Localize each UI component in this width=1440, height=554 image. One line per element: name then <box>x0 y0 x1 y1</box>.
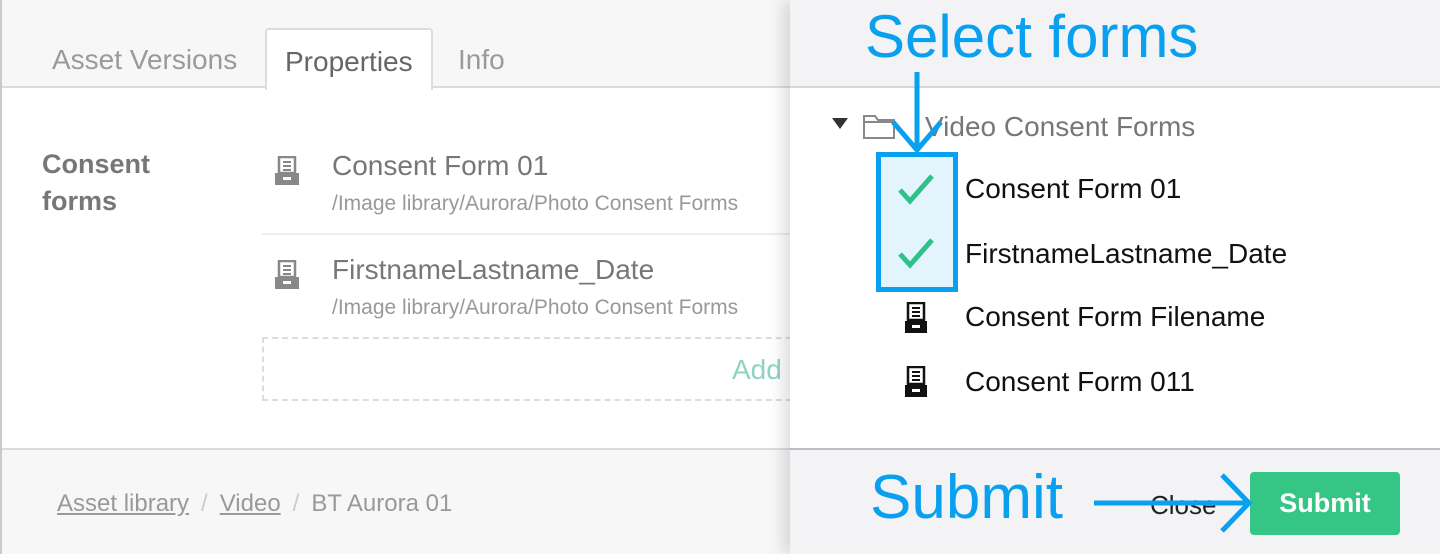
archive-icon <box>275 260 299 289</box>
item-path: /Image library/Aurora/Photo Consent Form… <box>332 296 739 319</box>
tab-info[interactable]: Info <box>440 28 523 90</box>
add-label: Add <box>732 354 782 385</box>
caret-down-icon[interactable] <box>832 118 848 129</box>
arrow-right-icon <box>1094 473 1253 533</box>
folder-label[interactable]: Video Consent Forms <box>925 111 1195 143</box>
consent-forms-label: Consent forms <box>42 149 150 216</box>
tab-bar: Asset Versions Properties Info <box>2 0 800 90</box>
picker-item[interactable]: FirstnameLastname_Date <box>965 238 1287 270</box>
picker-item[interactable]: Consent Form 011 <box>965 366 1195 398</box>
breadcrumb-asset-library[interactable]: Asset library <box>57 490 189 517</box>
arrow-down-icon <box>891 72 943 154</box>
check-icon[interactable] <box>896 236 936 270</box>
archive-icon <box>905 366 927 397</box>
picker-item[interactable]: Consent Form 01 <box>965 173 1181 205</box>
tab-asset-versions[interactable]: Asset Versions <box>34 28 255 90</box>
item-title: FirstnameLastname_Date <box>332 254 655 285</box>
breadcrumb: Asset library / Video / BT Aurora 01 <box>57 490 453 517</box>
annotation-submit: Submit <box>870 463 1063 532</box>
annotation-select-forms: Select forms <box>865 3 1199 70</box>
tab-properties[interactable]: Properties <box>265 28 433 90</box>
breadcrumb-video[interactable]: Video <box>220 490 281 517</box>
submit-button[interactable]: Submit <box>1250 472 1400 535</box>
footer: Asset library / Video / BT Aurora 01 <box>2 448 800 554</box>
picker-item[interactable]: Consent Form Filename <box>965 301 1265 333</box>
item-path: /Image library/Aurora/Photo Consent Form… <box>332 192 739 215</box>
asset-details: Asset Versions Properties Info Consent f… <box>0 0 822 554</box>
archive-icon <box>275 156 299 185</box>
consent-form-item[interactable]: Consent Form 01 /Image library/Aurora/Ph… <box>262 150 802 254</box>
add-button[interactable]: Add <box>262 337 822 401</box>
check-icon[interactable] <box>896 172 936 206</box>
breadcrumb-current: BT Aurora 01 <box>311 490 453 517</box>
archive-icon <box>905 302 927 333</box>
divider <box>262 233 802 235</box>
item-title: Consent Form 01 <box>332 150 549 181</box>
